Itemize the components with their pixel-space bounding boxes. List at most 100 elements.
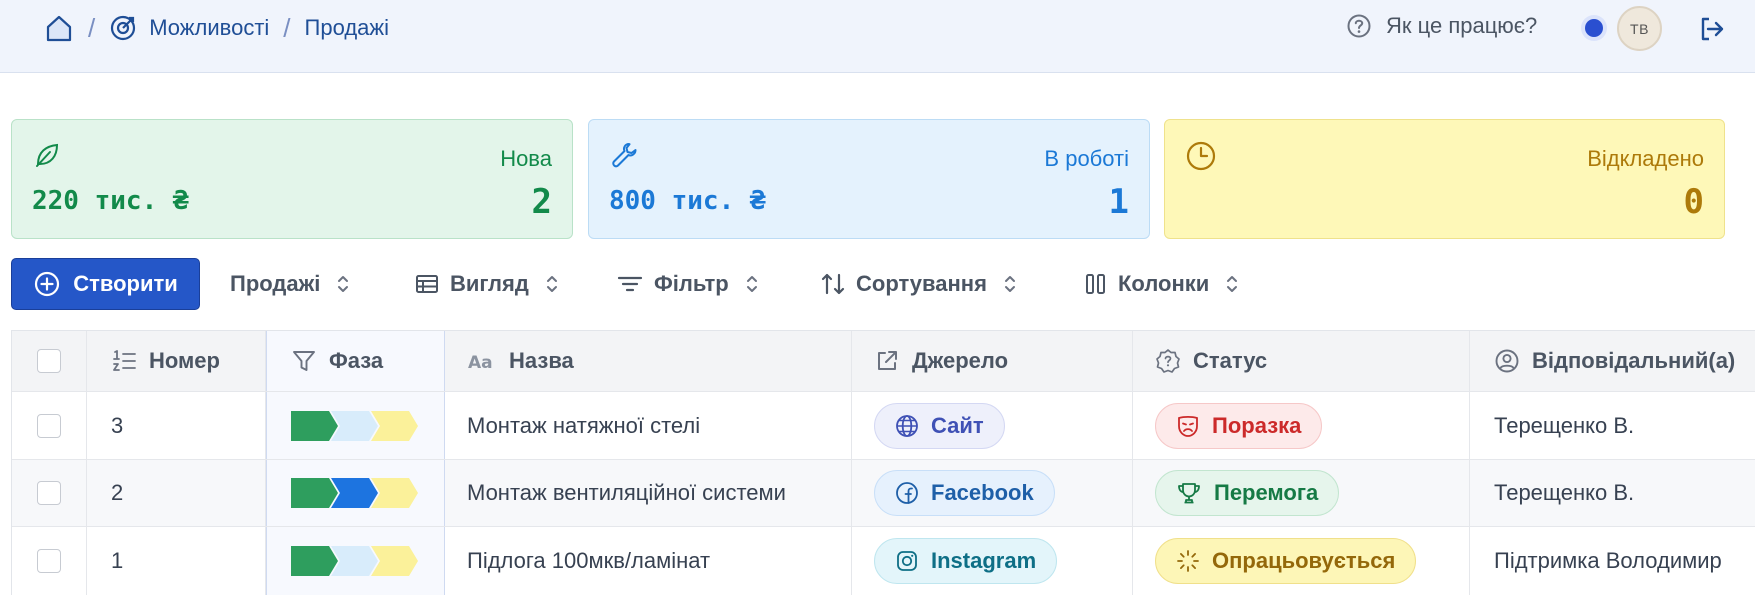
column-header-label: Джерело xyxy=(912,348,1009,373)
status-label: Поразка xyxy=(1212,412,1302,438)
row-status: Перемога xyxy=(1133,460,1470,526)
external-link-icon xyxy=(878,351,897,370)
stat-amount: 220 тис. ₴ xyxy=(32,186,189,216)
row-number: 2 xyxy=(87,460,266,526)
row-owner: Терещенко В. xyxy=(1494,480,1635,505)
chevron-updown-icon xyxy=(745,272,759,296)
status-label: Опрацьовується xyxy=(1212,548,1396,573)
plus-circle-icon xyxy=(35,271,60,297)
question-circle-icon xyxy=(1347,14,1371,38)
status-badge: Поразка xyxy=(1155,402,1323,449)
stat-count: 1 xyxy=(1108,182,1129,222)
numbered-list-icon xyxy=(113,350,136,371)
help-link[interactable]: Як це працює? xyxy=(1346,13,1537,39)
breadcrumb-section[interactable]: Можливості xyxy=(149,15,269,41)
status-indicator xyxy=(1585,19,1603,37)
column-header-label: Назва xyxy=(509,348,574,373)
stat-label: В роботі xyxy=(1044,146,1129,171)
stat-card-in-progress[interactable]: В роботі 800 тис. ₴ 1 xyxy=(588,119,1150,239)
row-checkbox-cell xyxy=(12,527,87,595)
columns-select-label: Колонки xyxy=(1118,271,1210,296)
view-select[interactable]: Вигляд xyxy=(414,265,559,303)
create-button[interactable]: Створити xyxy=(11,258,200,310)
column-header-number[interactable]: Номер xyxy=(87,331,266,391)
table-row[interactable]: 3 Монтаж натяжної стелі Сайт Поразка Тер… xyxy=(12,392,1755,460)
home-icon[interactable] xyxy=(44,13,74,43)
breadcrumb: / Можливості / Продажі xyxy=(44,12,389,44)
table-row[interactable]: 1 Підлога 100мкв/ламінат Instagram Опрац… xyxy=(12,527,1755,595)
svg-text:Aa: Aa xyxy=(468,353,493,373)
row-source: Facebook xyxy=(852,460,1133,526)
column-header-phase[interactable]: Фаза xyxy=(266,331,445,391)
column-header-source[interactable]: Джерело xyxy=(852,331,1133,391)
stat-count: 0 xyxy=(1683,182,1704,222)
table-icon xyxy=(416,275,438,293)
globe-icon xyxy=(896,414,918,437)
row-checkbox-cell xyxy=(12,460,87,526)
header-checkbox-cell xyxy=(12,331,87,391)
chevron-updown-icon xyxy=(545,272,559,296)
column-header-status[interactable]: Статус xyxy=(1133,331,1470,391)
table-header-row: Номер Фаза Aa Назва Джерело Статус Відпо… xyxy=(12,331,1755,392)
row-checkbox[interactable] xyxy=(37,549,61,573)
filter-select[interactable]: Фільтр xyxy=(616,265,759,303)
chevron-updown-icon xyxy=(336,272,350,296)
stat-label: Відкладено xyxy=(1587,146,1704,171)
logout-icon[interactable] xyxy=(1697,14,1727,49)
loader-icon xyxy=(1177,550,1199,572)
pipeline-select[interactable]: Продажі xyxy=(230,265,350,303)
breadcrumb-separator: / xyxy=(283,12,291,43)
stat-count: 2 xyxy=(531,182,552,222)
deals-table: Номер Фаза Aa Назва Джерело Статус Відпо… xyxy=(11,330,1755,595)
instagram-icon xyxy=(897,551,917,571)
row-checkbox[interactable] xyxy=(37,481,61,505)
column-header-name[interactable]: Aa Назва xyxy=(445,331,852,391)
phase-progress[interactable] xyxy=(266,392,445,459)
target-icon xyxy=(109,14,137,42)
clock-icon xyxy=(1185,140,1217,177)
filter-select-label: Фільтр xyxy=(654,271,729,296)
chevron-updown-icon xyxy=(1225,272,1239,296)
row-name[interactable]: Підлога 100мкв/ламінат xyxy=(445,527,852,595)
breadcrumb-current: Продажі xyxy=(304,15,389,40)
stat-label: Нова xyxy=(500,146,552,171)
sort-select[interactable]: Сортування xyxy=(820,265,1017,303)
table-row[interactable]: 2 Монтаж вентиляційної системи Facebook … xyxy=(12,460,1755,527)
user-circle-icon xyxy=(1495,349,1519,373)
text-type-icon: Aa xyxy=(468,353,493,373)
status-badge: Опрацьовується xyxy=(1155,538,1417,584)
columns-select[interactable]: Колонки xyxy=(1084,265,1239,303)
row-number: 1 xyxy=(87,527,266,595)
row-owner: Терещенко В. xyxy=(1494,412,1635,438)
column-header-owner[interactable]: Відповідальний(а) xyxy=(1470,331,1755,391)
row-checkbox[interactable] xyxy=(37,413,61,438)
phase-progress[interactable] xyxy=(266,460,445,526)
top-bar: / Можливості / Продажі Як це працює? ТВ xyxy=(0,0,1755,73)
row-checkbox-cell xyxy=(12,392,87,459)
source-badge: Сайт xyxy=(874,402,1005,449)
facebook-icon xyxy=(896,482,918,504)
column-header-label: Фаза xyxy=(329,348,384,373)
leaf-icon xyxy=(32,140,62,175)
column-header-label: Статус xyxy=(1193,348,1268,373)
avatar[interactable]: ТВ xyxy=(1617,6,1662,51)
phase-progress[interactable] xyxy=(266,527,445,595)
row-source: Instagram xyxy=(852,527,1133,595)
row-number: 3 xyxy=(87,392,266,459)
breadcrumb-separator: / xyxy=(88,12,96,43)
stat-card-new[interactable]: Нова 220 тис. ₴ 2 xyxy=(11,119,573,239)
trophy-icon xyxy=(1178,483,1200,504)
row-status: Поразка xyxy=(1133,392,1470,459)
select-all-checkbox[interactable] xyxy=(37,349,61,373)
source-badge: Facebook xyxy=(874,470,1055,516)
sort-arrows-icon xyxy=(821,273,845,295)
sort-select-label: Сортування xyxy=(856,271,987,296)
row-name[interactable]: Монтаж натяжної стелі xyxy=(445,392,852,459)
create-button-label: Створити xyxy=(73,271,178,296)
stat-card-postponed[interactable]: Відкладено 0 xyxy=(1164,119,1725,239)
stat-amount: 800 тис. ₴ xyxy=(609,186,766,216)
row-name[interactable]: Монтаж вентиляційної системи xyxy=(445,460,852,526)
wrench-icon xyxy=(609,140,639,175)
sad-mask-icon xyxy=(1178,415,1198,437)
view-select-label: Вигляд xyxy=(450,271,529,296)
